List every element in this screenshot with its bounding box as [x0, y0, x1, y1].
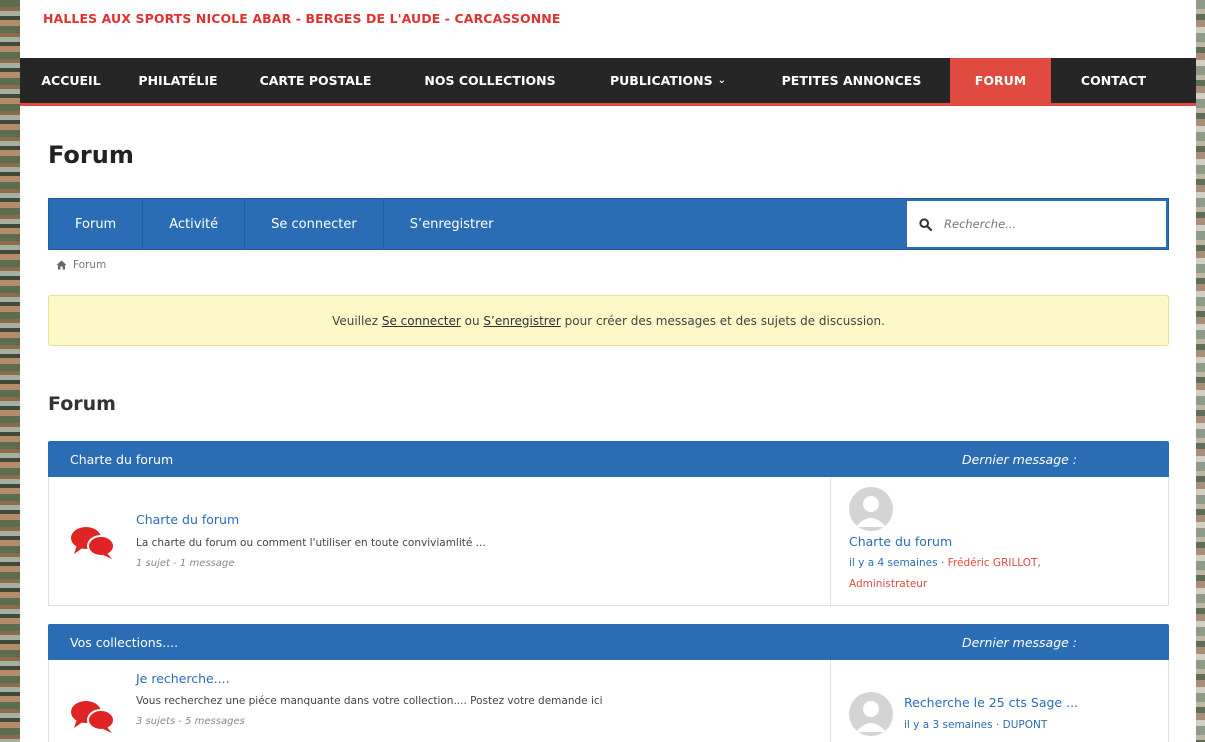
nav-item-label: PUBLICATIONS	[610, 73, 713, 88]
tab-forum[interactable]: Forum	[49, 199, 144, 249]
nav-item-label: ACCUEIL	[41, 73, 101, 88]
forum-description: Vous recherchez une piéce manquante dans…	[136, 695, 603, 707]
nav-item-label: FORUM	[974, 73, 1027, 88]
tab-activite[interactable]: Activité	[143, 199, 246, 249]
last-post-author-link[interactable]: DUPONT	[1003, 719, 1048, 731]
last-post-label: Dernier message :	[961, 634, 1077, 650]
forum-info: Charte du forum La charte du forum ou co…	[49, 477, 830, 605]
category-header: Charte du forum Dernier message :	[48, 441, 1169, 477]
user-silhouette-icon	[856, 701, 886, 732]
forum-section-title: Forum	[48, 393, 116, 415]
last-post-time[interactable]: il y a 3 semaines	[904, 719, 993, 731]
forum-stats: 1 sujet - 1 message	[136, 558, 235, 569]
nav-item-label: PHILATÉLIE	[138, 73, 218, 88]
last-post-title-link[interactable]: Charte du forum	[849, 534, 952, 549]
search-input[interactable]	[944, 217, 1144, 231]
notice-middle: ou	[464, 313, 480, 328]
separator: ·	[995, 719, 1000, 731]
site-title[interactable]: HALLES AUX SPORTS NICOLE ABAR - BERGES D…	[43, 11, 561, 26]
forum-row: Charte du forum La charte du forum ou co…	[48, 477, 1169, 606]
avatar[interactable]	[849, 692, 893, 736]
search-icon[interactable]	[919, 217, 932, 231]
last-post: Charte du forum il y a 4 semaines · Fréd…	[830, 477, 1168, 605]
forum-toolbar: Forum Activité Se connecter S’enregistre…	[48, 198, 1169, 250]
nav-item-label: PETITES ANNONCES	[781, 73, 922, 88]
last-post-label: Dernier message :	[961, 451, 1077, 467]
chat-bubbles-icon	[71, 527, 115, 559]
last-post-title-link[interactable]: Recherche le 25 cts Sage ...	[904, 695, 1078, 710]
nav-item-contact[interactable]: CONTACT	[1051, 58, 1176, 103]
forum-title-link[interactable]: Charte du forum	[136, 512, 239, 527]
chevron-down-icon: ⌄	[717, 75, 726, 86]
tab-se-connecter[interactable]: Se connecter	[245, 199, 384, 249]
nav-item-label: NOS COLLECTIONS	[424, 73, 556, 88]
last-post-meta: il y a 3 semaines · DUPONT	[904, 715, 1154, 736]
nav-item-nos-collections[interactable]: NOS COLLECTIONS	[397, 58, 583, 103]
separator: ·	[940, 557, 945, 569]
category-header: Vos collections.... Dernier message :	[48, 624, 1169, 660]
notice-prefix: Veuillez	[332, 313, 379, 328]
forum-title-link[interactable]: Je recherche....	[136, 671, 230, 686]
forum-description: La charte du forum ou comment l'utiliser…	[136, 537, 486, 549]
avatar[interactable]	[849, 487, 893, 531]
search-box	[906, 200, 1167, 248]
breadcrumb-forum-link[interactable]: Forum	[73, 259, 106, 271]
nav-item-forum[interactable]: FORUM	[950, 58, 1051, 103]
nav-item-publications[interactable]: PUBLICATIONS ⌄	[583, 58, 753, 103]
nav-item-label: CARTE POSTALE	[259, 73, 372, 88]
page-container: HALLES AUX SPORTS NICOLE ABAR - BERGES D…	[20, 0, 1196, 742]
notice-register-link[interactable]: S’enregistrer	[483, 314, 560, 328]
nav-item-petites-annonces[interactable]: PETITES ANNONCES	[753, 58, 950, 103]
nav-item-label: CONTACT	[1080, 73, 1147, 88]
notice-suffix: pour créer des messages et des sujets de…	[564, 313, 885, 328]
home-icon[interactable]	[56, 260, 67, 270]
nav-item-carte-postale[interactable]: CARTE POSTALE	[234, 58, 397, 103]
last-post-time[interactable]: il y a 4 semaines	[849, 557, 938, 569]
nav-item-accueil[interactable]: ACCUEIL	[20, 58, 122, 103]
nav-item-philatelie[interactable]: PHILATÉLIE	[122, 58, 234, 103]
chat-bubbles-icon	[71, 701, 115, 733]
page-title: Forum	[48, 141, 134, 169]
forum-row: Je recherche.... Vous recherchez une pié…	[48, 660, 1169, 742]
last-post-meta: il y a 4 semaines · Frédéric GRILLOT, Ad…	[849, 553, 1099, 595]
breadcrumb: Forum	[56, 259, 106, 271]
category-name[interactable]: Vos collections....	[70, 635, 178, 650]
login-notice: Veuillez Se connecter ou S’enregistrer p…	[48, 295, 1169, 346]
category-name[interactable]: Charte du forum	[70, 452, 173, 467]
tab-s-enregistrer[interactable]: S’enregistrer	[384, 199, 520, 249]
main-navigation: ACCUEIL PHILATÉLIE CARTE POSTALE NOS COL…	[20, 58, 1196, 106]
background-texture-left	[0, 0, 20, 742]
forum-stats: 3 sujets - 5 messages	[136, 716, 245, 727]
notice-login-link[interactable]: Se connecter	[382, 314, 461, 328]
user-silhouette-icon	[856, 496, 886, 527]
last-post: Recherche le 25 cts Sage ... il y a 3 se…	[830, 660, 1168, 742]
forum-info: Je recherche.... Vous recherchez une pié…	[49, 660, 830, 742]
